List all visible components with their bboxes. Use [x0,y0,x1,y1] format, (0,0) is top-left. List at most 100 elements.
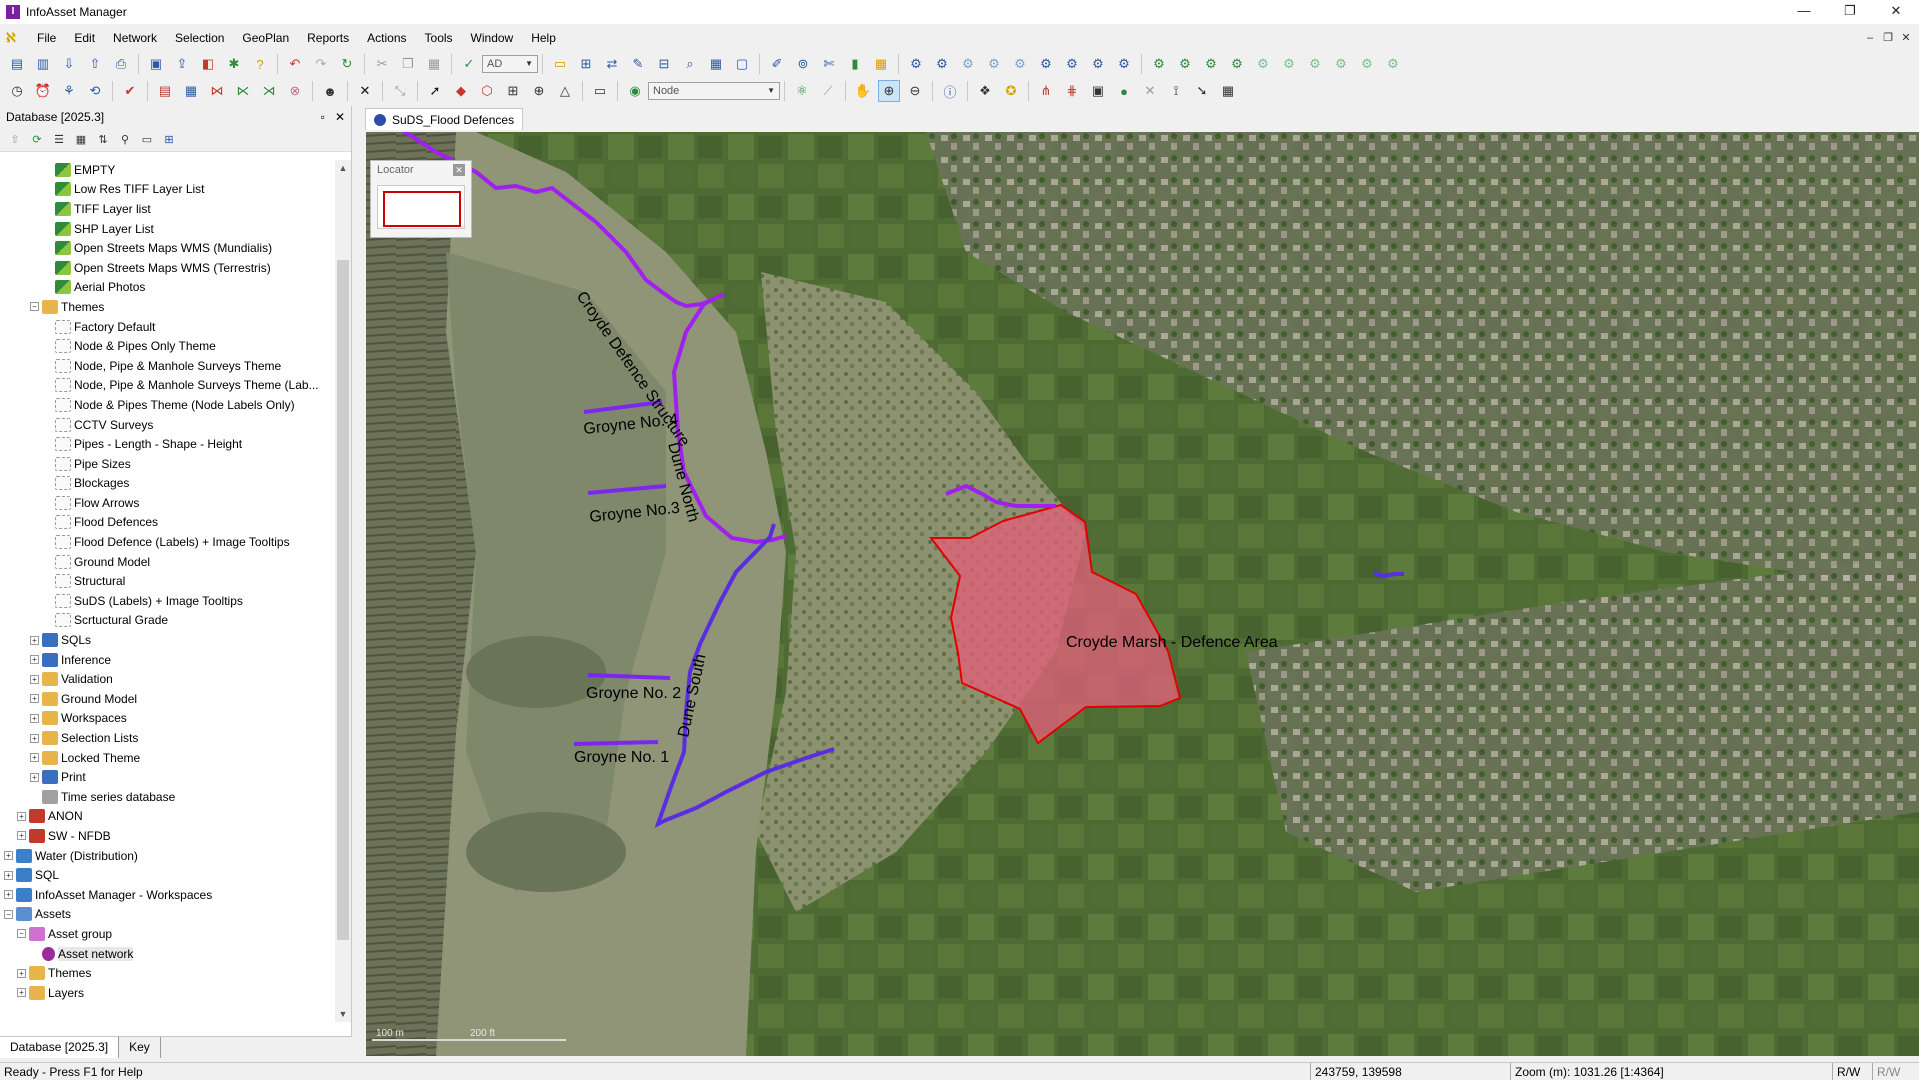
tab-key[interactable]: Key [119,1037,161,1058]
tree-item[interactable]: − Assets [0,905,336,925]
pen-icon[interactable]: ✐ [766,53,788,75]
zoom-out-icon[interactable]: ⊖ [904,80,926,102]
export-icon[interactable]: ⇧ [84,53,106,75]
info-icon[interactable]: ⓘ [939,80,961,102]
gear-green-7-icon[interactable]: ⚙ [1304,53,1326,75]
node-edit-icon[interactable]: ⟟ [1165,80,1187,102]
bug-icon[interactable]: ✱ [223,53,245,75]
validate-icon[interactable]: ✓ [458,53,480,75]
brush-icon[interactable]: ✎ [627,53,649,75]
gear-green-5-icon[interactable]: ⚙ [1252,53,1274,75]
document-tab[interactable]: SuDS_Flood Defences [365,108,524,130]
print-icon[interactable]: ⎙ [110,53,132,75]
select-polygon-icon[interactable]: ⬡ [476,80,498,102]
import-icon[interactable]: ⇩ [58,53,80,75]
tree-item[interactable]: Open Streets Maps WMS (Terrestris) [0,258,336,278]
menu-file[interactable]: File [28,26,65,50]
minimize-button[interactable]: — [1781,0,1827,24]
collapse-icon[interactable]: − [17,929,26,939]
tree-item[interactable]: Flood Defence (Labels) + Image Tooltips [0,532,336,552]
new-icon[interactable]: ▤ [6,53,28,75]
menu-network[interactable]: Network [104,26,166,50]
expand-icon[interactable]: + [30,674,39,684]
tree-item[interactable]: SuDS (Labels) + Image Tooltips [0,591,336,611]
expand-icon[interactable]: + [4,890,13,900]
measure-icon[interactable]: ⤡ [389,80,411,102]
panel-close-icon[interactable]: ✕ [335,110,345,124]
tree-item[interactable]: + Themes [0,963,336,983]
redo-icon[interactable]: ↷ [310,53,332,75]
window-icon[interactable]: ▢ [731,53,753,75]
calendar-icon[interactable]: ▦ [1217,80,1239,102]
menu-tools[interactable]: Tools [416,26,462,50]
mdi-document-icon[interactable]: ℵ [6,31,20,45]
label-icon[interactable]: ✪ [1000,80,1022,102]
fence-icon[interactable]: ⊞ [502,80,524,102]
tree-item[interactable]: + SQL [0,865,336,885]
tab-database[interactable]: Database [2025.3] [0,1037,120,1058]
trace-clear-icon[interactable]: ⊗ [284,80,306,102]
ruler-icon[interactable]: ▭ [589,80,611,102]
tree-item[interactable]: Ground Model [0,552,336,572]
save-icon[interactable]: ▣ [145,53,167,75]
binoculars-icon[interactable]: ⊚ [792,53,814,75]
check-icon[interactable]: ✔ [119,80,141,102]
sync-icon[interactable]: ⟲ [84,80,106,102]
network-green-icon[interactable]: ⚛ [791,80,813,102]
gear-blue-4-icon[interactable]: ⚙ [983,53,1005,75]
tree-item[interactable]: Asset network [0,944,336,964]
edit-red-2-icon[interactable]: ⋕ [1061,80,1083,102]
tree-item[interactable]: − Themes [0,297,336,317]
search-icon[interactable]: ⚲ [116,131,134,149]
help-icon[interactable]: ? [249,53,271,75]
tree-item[interactable]: Node & Pipes Only Theme [0,336,336,356]
cut-icon[interactable]: ✂ [371,53,393,75]
tree-item[interactable]: Pipes - Length - Shape - Height [0,434,336,454]
object-type-combo[interactable]: Node ▼ [648,82,780,100]
gear-green-3-icon[interactable]: ⚙ [1200,53,1222,75]
menu-window[interactable]: Window [462,26,523,50]
close-button[interactable]: ✕ [1873,0,1919,24]
trace-green-2-icon[interactable]: ⋊ [258,80,280,102]
menu-geoplan[interactable]: GeoPlan [233,26,298,50]
tree-item[interactable]: Node, Pipe & Manhole Surveys Theme [0,356,336,376]
grid-view-icon[interactable]: ▦ [180,80,202,102]
tree-item[interactable]: SHP Layer List [0,219,336,239]
map-canvas[interactable]: Croyde Defence Structure Groyne No. 4 Gr… [366,132,1919,1056]
tree-item[interactable]: + Water (Distribution) [0,846,336,866]
list-view-icon[interactable]: ▦ [72,131,90,149]
expand-icon[interactable]: + [30,733,39,743]
hierarchy-icon[interactable]: ⊞ [160,131,178,149]
menu-actions[interactable]: Actions [358,26,415,50]
tree-item[interactable]: + Locked Theme [0,748,336,768]
restore-button[interactable]: ❐ [1827,0,1873,24]
tree-item[interactable]: Structural [0,571,336,591]
gear-green-9-icon[interactable]: ⚙ [1356,53,1378,75]
gear-green-8-icon[interactable]: ⚙ [1330,53,1352,75]
panel-pin-icon[interactable]: ▫ [321,110,325,124]
gear-blue-9-icon[interactable]: ⚙ [1113,53,1135,75]
collapse-icon[interactable]: − [4,909,13,919]
gear-blue-2-icon[interactable]: ⚙ [931,53,953,75]
book-icon[interactable]: ▮ [844,53,866,75]
expand-icon[interactable]: + [4,851,13,861]
triangle-icon[interactable]: △ [554,80,576,102]
tree-item[interactable]: Flow Arrows [0,493,336,513]
sort-icon[interactable]: ⇅ [94,131,112,149]
alarm-icon[interactable]: ⏰ [32,80,54,102]
locator-view-rect[interactable] [383,191,461,227]
sql-icon[interactable]: ▤ [154,80,176,102]
tree-item[interactable]: + SQLs [0,630,336,650]
expand-icon[interactable]: + [4,870,13,880]
expand-icon[interactable]: + [30,772,39,782]
redo-list-icon[interactable]: ↻ [336,53,358,75]
tree-item[interactable]: Factory Default [0,317,336,337]
connect-icon[interactable]: ✕ [1139,80,1161,102]
gear-blue-8-icon[interactable]: ⚙ [1087,53,1109,75]
select-arrow-icon[interactable]: ➚ [424,80,446,102]
pipe-icon[interactable]: ⟋ [817,80,839,102]
gear-green-4-icon[interactable]: ⚙ [1226,53,1248,75]
table-icon[interactable]: ▦ [705,53,727,75]
menu-help[interactable]: Help [522,26,565,50]
gear-blue-1-icon[interactable]: ⚙ [905,53,927,75]
